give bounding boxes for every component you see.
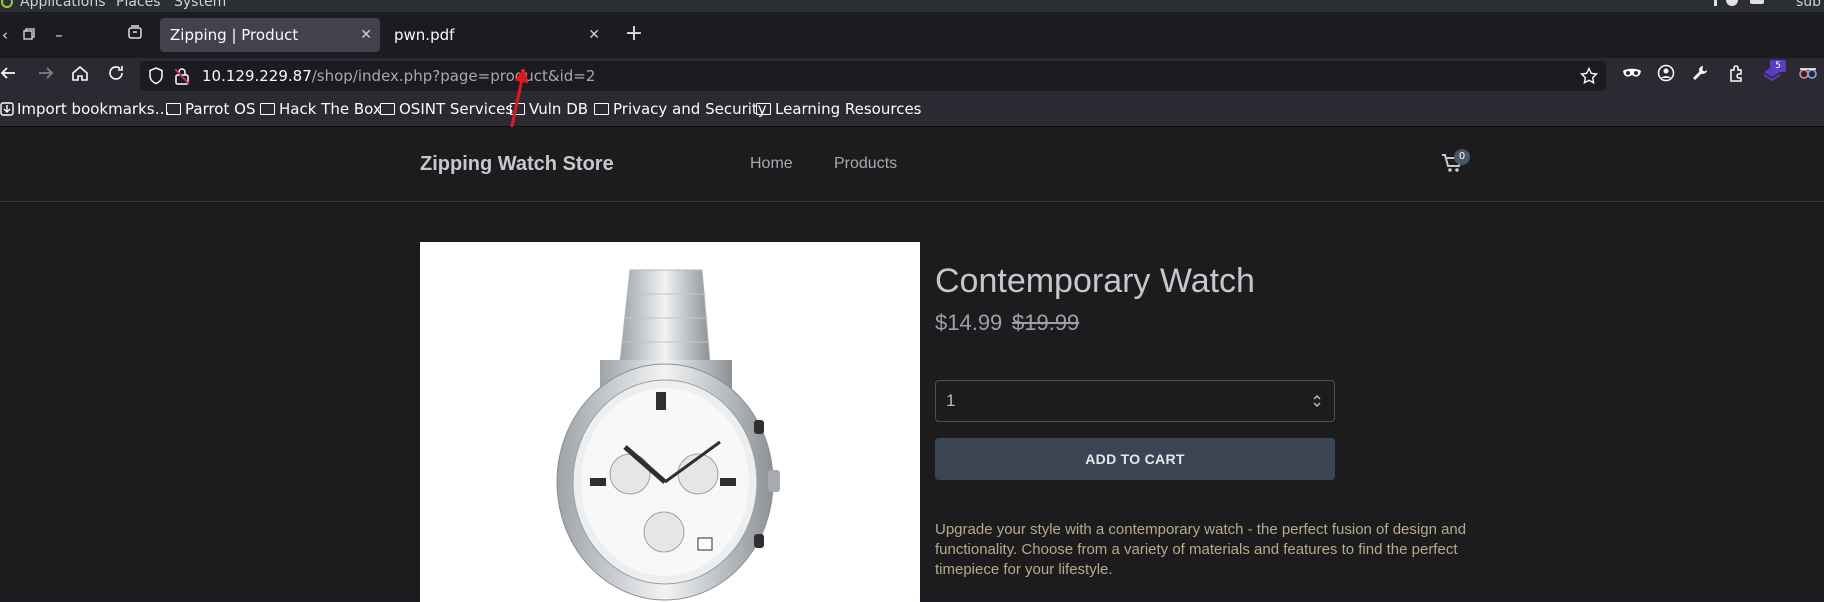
close-tab-icon[interactable]: ✕ (588, 18, 600, 52)
proxy-extension-icon[interactable] (1796, 64, 1820, 88)
insecure-lock-icon[interactable] (174, 67, 190, 89)
bookmark-folder-learning-resources[interactable]: Learning Resources (756, 94, 922, 124)
url-path: /shop/index.php?page=product&id=2 (311, 67, 596, 85)
bookmark-label: Learning Resources (775, 100, 922, 118)
url-bar[interactable]: 10.129.229.87/shop/index.php?page=produc… (140, 61, 1606, 91)
nav-products-link[interactable]: Products (834, 155, 897, 173)
tab-title: pwn.pdf (394, 26, 455, 44)
folder-icon (260, 103, 275, 115)
product-description: Upgrade your style with a contemporary w… (935, 521, 1467, 578)
product-title: Contemporary Watch (935, 262, 1255, 300)
new-tab-button[interactable]: + (620, 20, 648, 48)
reload-button[interactable] (104, 64, 128, 88)
product-image (420, 242, 920, 602)
chevron-left-icon[interactable]: ‹ (0, 24, 16, 46)
bookmark-folder-vuln-db[interactable]: Vuln DB (510, 94, 588, 124)
annotation-arrow-head (514, 66, 532, 84)
bookmark-import[interactable]: Import bookmarks… (0, 94, 170, 124)
bookmark-folder-hack-the-box[interactable]: Hack The Box (260, 94, 382, 124)
forward-button[interactable] (34, 64, 58, 88)
bookmark-label: Vuln DB (529, 100, 589, 118)
account-icon[interactable] (1654, 64, 1678, 88)
bookmarks-toolbar: Import bookmarks… Parrot OS Hack The Box… (0, 94, 1824, 127)
system-bar: Applications Places System sub (0, 0, 1824, 12)
private-mask-icon[interactable] (1620, 64, 1644, 88)
quantity-stepper[interactable]: 1 (935, 380, 1335, 422)
bookmark-folder-osint-services[interactable]: OSINT Services (380, 94, 513, 124)
tab-zipping-product[interactable]: Zipping | Product ✕ (160, 18, 380, 52)
import-icon (0, 102, 14, 116)
nav-home-link[interactable]: Home (750, 155, 793, 173)
shield-icon[interactable] (148, 67, 164, 89)
site-brand[interactable]: Zipping Watch Store (420, 153, 614, 176)
close-tab-icon[interactable]: ✕ (360, 18, 372, 52)
wrench-icon[interactable] (1688, 64, 1712, 88)
minimize-window-icon[interactable]: – (48, 24, 70, 46)
navigation-toolbar: 10.129.229.87/shop/index.php?page=produc… (0, 58, 1824, 94)
bookmark-label: Privacy and Security (613, 100, 767, 118)
bookmark-label: OSINT Services (399, 100, 514, 118)
bookmark-folder-parrot-os[interactable]: Parrot OS (166, 94, 255, 124)
restore-window-icon[interactable] (18, 24, 40, 46)
tab-title: Zipping | Product (170, 26, 299, 44)
back-button[interactable] (0, 64, 20, 88)
places-menu[interactable]: Places (116, 0, 161, 10)
watch-illustration (556, 269, 780, 601)
bookmark-star-icon[interactable] (1579, 66, 1599, 89)
folder-icon (166, 103, 181, 115)
bookmark-label: Hack The Box (279, 100, 382, 118)
site-header: Zipping Watch Store Home Products 0 (0, 127, 1824, 202)
folder-icon (380, 103, 395, 115)
tab-manager-icon[interactable] (124, 24, 146, 46)
spinner-arrows-icon[interactable] (1312, 391, 1322, 411)
product-price: $14.99 (935, 310, 1003, 335)
applications-menu[interactable]: Applications (20, 0, 106, 10)
applications-icon[interactable] (0, 0, 14, 10)
url-text[interactable]: 10.129.229.87/shop/index.php?page=produc… (202, 61, 595, 91)
tab-strip: ‹ – Zipping | Product ✕ pwn.pdf ✕ + (0, 12, 1824, 58)
quantity-value[interactable]: 1 (946, 381, 955, 421)
extensions-icon[interactable] (1724, 64, 1748, 88)
user-name: sub (1796, 0, 1822, 10)
product-old-price: $19.99 (1012, 310, 1080, 335)
tab-pwn-pdf[interactable]: pwn.pdf ✕ (384, 18, 608, 52)
extension-badge: 5 (1770, 60, 1786, 72)
folder-icon (756, 103, 771, 115)
cart-count-badge: 0 (1454, 149, 1470, 165)
tray-icons (1714, 0, 1784, 12)
bookmark-label: Parrot OS (185, 100, 256, 118)
home-button[interactable] (68, 64, 92, 88)
bookmark-folder-privacy-security[interactable]: Privacy and Security (594, 94, 767, 124)
product-page: Contemporary Watch $14.99 $19.99 1 ADD T… (0, 202, 1824, 602)
bookmark-label: Import bookmarks… (17, 100, 170, 118)
url-host: 10.129.229.87 (202, 67, 312, 85)
folder-icon (594, 103, 609, 115)
system-menu[interactable]: System (174, 0, 226, 10)
add-to-cart-button[interactable]: ADD TO CART (935, 438, 1335, 480)
